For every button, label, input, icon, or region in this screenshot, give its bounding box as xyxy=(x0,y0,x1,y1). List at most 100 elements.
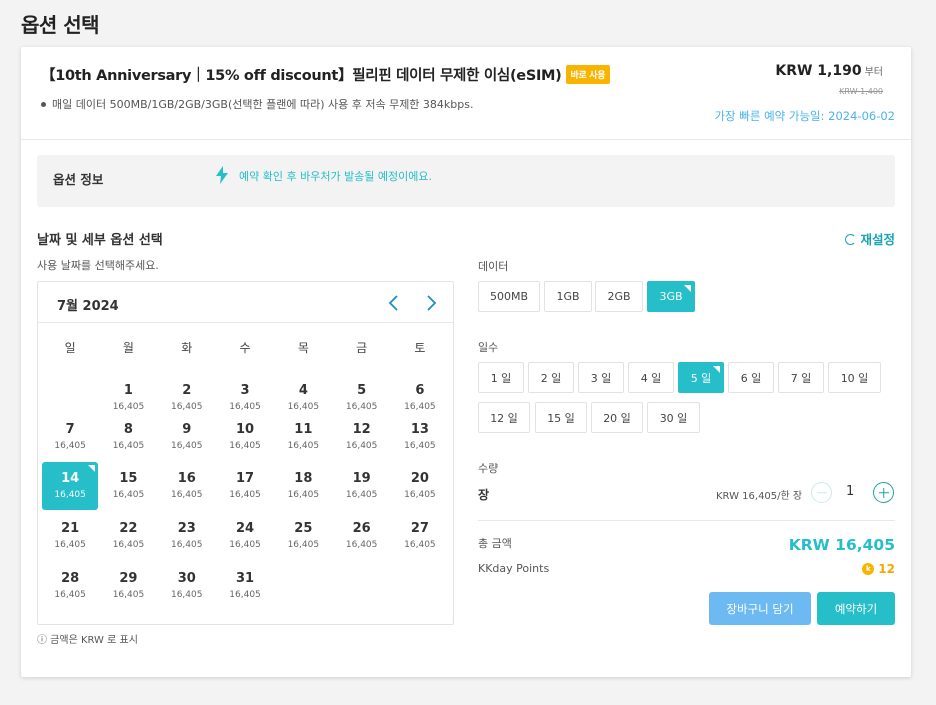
days-option-button[interactable]: 20 일 xyxy=(591,402,643,433)
calendar-day-selected[interactable]: 14 16,405 xyxy=(42,462,99,511)
day-number: 7 xyxy=(65,421,75,437)
day-number: 1 xyxy=(123,383,133,398)
calendar-day[interactable]: 13 16,405 xyxy=(392,413,448,461)
calendar-prev-button[interactable] xyxy=(384,292,406,314)
option-info-text: 예약 확인 후 바우처가 발송될 예정이에요. xyxy=(239,170,433,183)
calendar-day[interactable]: 10 16,405 xyxy=(217,413,273,461)
days-option-button[interactable]: 2 일 xyxy=(528,362,574,393)
section-title: 날짜 및 세부 옵션 선택 xyxy=(37,233,163,248)
day-number: 28 xyxy=(61,570,80,586)
data-option-label: 데이터 xyxy=(478,260,509,273)
days-option-button[interactable]: 7 일 xyxy=(778,362,824,393)
calendar-day[interactable]: 22 16,405 xyxy=(100,512,156,560)
calendar-day[interactable]: 16 16,405 xyxy=(159,462,215,510)
points-number: 12 xyxy=(878,562,895,576)
calendar-day[interactable]: 24 16,405 xyxy=(217,512,273,560)
day-price: 16,405 xyxy=(287,440,320,451)
calendar-day[interactable]: 28 16,405 xyxy=(42,562,98,610)
data-option-button[interactable]: 3GB xyxy=(647,281,695,312)
option-info-box: 옵션 정보 예약 확인 후 바우처가 발송될 예정이에요. xyxy=(37,155,895,207)
calendar-month: 7월 2024 xyxy=(57,299,119,314)
calendar-day[interactable]: 11 16,405 xyxy=(275,413,331,461)
weekday-label: 금 xyxy=(356,340,368,355)
reset-button[interactable]: 재설정 xyxy=(845,229,895,248)
calendar-day[interactable]: 12 16,405 xyxy=(333,413,389,461)
calendar-day[interactable]: 23 16,405 xyxy=(159,512,215,560)
calendar-day[interactable]: 19 16,405 xyxy=(333,462,389,510)
day-price: 16,405 xyxy=(112,440,145,451)
days-option-button[interactable]: 6 일 xyxy=(728,362,774,393)
option-card: 【10th Anniversary｜15% off discount】필리핀 데… xyxy=(21,47,911,677)
days-option-button[interactable]: 30 일 xyxy=(647,402,700,433)
lightning-icon xyxy=(215,166,229,188)
day-price: 16,405 xyxy=(287,540,320,551)
day-price: 16,405 xyxy=(54,540,86,551)
day-number: 20 xyxy=(410,471,429,487)
day-price: 16,405 xyxy=(170,589,203,600)
quantity-increase-button[interactable] xyxy=(873,482,894,503)
divider xyxy=(38,322,453,323)
day-price: 16,405 xyxy=(170,540,203,551)
calendar-day[interactable]: 26 16,405 xyxy=(333,512,389,560)
days-option-button[interactable]: 3 일 xyxy=(578,362,624,393)
day-price: 16,405 xyxy=(112,589,145,600)
calendar: 7월 2024 일 월 화 수 목 금 토 1 16,405 2 16,405 3 16,405 4 16,… xyxy=(37,281,454,625)
day-price: 16,405 xyxy=(112,490,145,501)
calendar-day[interactable]: 7 16,405 xyxy=(42,413,98,461)
calendar-day[interactable]: 15 16,405 xyxy=(100,462,156,510)
calendar-day[interactable]: 25 16,405 xyxy=(275,512,331,560)
day-number: 14 xyxy=(61,471,80,487)
calendar-day[interactable]: 27 16,405 xyxy=(392,512,448,560)
calendar-day[interactable]: 17 16,405 xyxy=(217,462,273,510)
data-option-button[interactable]: 2GB xyxy=(595,281,643,312)
calendar-day[interactable]: 29 16,405 xyxy=(100,562,156,610)
day-number: 12 xyxy=(352,421,371,437)
divider xyxy=(21,139,911,140)
day-number: 18 xyxy=(294,471,313,487)
quantity-decrease-button[interactable] xyxy=(811,482,832,503)
day-price: 16,405 xyxy=(112,402,145,412)
day-price: 16,405 xyxy=(345,440,378,451)
day-number: 29 xyxy=(119,570,138,586)
calendar-day[interactable]: 18 16,405 xyxy=(275,462,331,510)
option-info-label: 옵션 정보 xyxy=(53,172,104,187)
days-option-button[interactable]: 5 일 xyxy=(678,362,724,393)
day-price: 16,405 xyxy=(54,490,86,501)
calendar-day[interactable]: 8 16,405 xyxy=(100,413,156,461)
chevron-right-icon xyxy=(427,295,437,311)
days-option-button[interactable]: 1 일 xyxy=(478,362,524,393)
add-to-cart-button[interactable]: 장바구니 담기 xyxy=(709,592,811,625)
day-number: 13 xyxy=(410,421,429,437)
earliest-date: 가장 빠른 예약 가능일: 2024-06-02 xyxy=(714,109,895,123)
day-number: 24 xyxy=(235,521,255,537)
day-price: 16,405 xyxy=(229,440,261,451)
day-price: 16,405 xyxy=(54,440,86,451)
calendar-next-button[interactable] xyxy=(419,292,441,314)
calendar-day[interactable]: 21 16,405 xyxy=(42,512,98,560)
calendar-day[interactable]: 20 16,405 xyxy=(392,462,448,510)
day-number: 17 xyxy=(235,471,255,487)
calendar-day[interactable]: 31 16,405 xyxy=(217,562,273,610)
days-option-button[interactable]: 4 일 xyxy=(628,362,674,393)
day-number: 21 xyxy=(61,521,80,537)
instant-badge: 바로 사용 xyxy=(565,64,611,84)
product-description-text: 매일 데이터 500MB/1GB/2GB/3GB(선택한 플랜에 따라) 사용 … xyxy=(52,98,474,111)
day-number: 26 xyxy=(352,521,371,537)
calendar-day[interactable]: 9 16,405 xyxy=(159,413,215,461)
days-option-button[interactable]: 10 일 xyxy=(828,362,881,393)
day-price: 16,405 xyxy=(229,589,261,600)
book-now-button[interactable]: 예약하기 xyxy=(817,592,895,625)
day-price: 16,405 xyxy=(345,490,378,501)
data-option-button[interactable]: 500MB xyxy=(478,281,540,312)
data-option-button[interactable]: 1GB xyxy=(544,281,592,312)
day-number: 19 xyxy=(352,471,371,487)
kkday-coin-icon: k xyxy=(862,563,875,575)
calendar-day[interactable]: 30 16,405 xyxy=(159,562,215,610)
product-price: KRW 1,190 부터 xyxy=(775,63,883,79)
quantity-value: 1 xyxy=(846,484,855,499)
days-option-button[interactable]: 12 일 xyxy=(478,402,530,433)
points-value: k 12 xyxy=(862,562,895,576)
total-label: 총 금액 xyxy=(478,537,512,550)
days-option-button[interactable]: 15 일 xyxy=(535,402,587,433)
quantity-unit-price: KRW 16,405/한 장 xyxy=(716,491,803,502)
